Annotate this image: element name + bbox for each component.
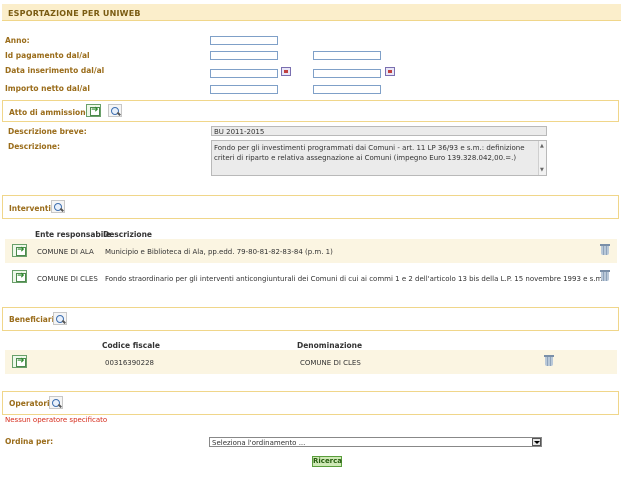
row-codice-fiscale: 00316390228 [105, 359, 154, 367]
operatori-title: Operatori [9, 399, 50, 408]
data-inserimento-label: Data inserimento dal/al [5, 66, 105, 75]
edit-row-icon[interactable] [12, 355, 27, 368]
ordina-select[interactable]: Seleziona l'ordinamento ... [209, 437, 542, 447]
descrizione-scrollbar[interactable]: ▲ ▼ [538, 141, 546, 175]
descrizione-breve-value: BU 2011-2015 [211, 126, 547, 136]
id-pagamento-to-input[interactable] [313, 51, 381, 60]
table-row: COMUNE DI CLES Fondo straordinario per g… [5, 265, 617, 289]
beneficiari-title: Beneficiari [9, 315, 55, 324]
descrizione-label: Descrizione: [8, 142, 61, 151]
row-ente: COMUNE DI ALA [37, 248, 94, 256]
row-descrizione: Fondo straordinario per gli interventi a… [105, 275, 605, 283]
search-operatori-icon[interactable] [49, 396, 63, 409]
scroll-up-icon[interactable]: ▲ [540, 143, 544, 149]
search-beneficiari-icon[interactable] [53, 312, 67, 325]
ordina-selected-value: Seleziona l'ordinamento ... [212, 439, 306, 447]
calendar-icon[interactable] [385, 67, 395, 76]
table-row: COMUNE DI ALA Municipio e Biblioteca di … [5, 239, 617, 263]
descrizione-breve-label: Descrizione breve: [8, 127, 87, 136]
col-descrizione: Descrizione [103, 230, 153, 239]
ordina-label: Ordina per: [5, 437, 54, 446]
col-codice-fiscale: Codice fiscale [102, 341, 160, 350]
col-denominazione: Denominazione [297, 341, 363, 350]
interventi-section-header [2, 195, 619, 219]
anno-input[interactable] [210, 36, 278, 45]
data-inserimento-from-input[interactable] [210, 69, 278, 78]
importo-netto-from-input[interactable] [210, 85, 278, 94]
search-atto-icon[interactable] [108, 104, 122, 117]
operatori-empty-message: Nessun operatore specificato [5, 416, 108, 424]
anno-label: Anno: [5, 36, 30, 45]
row-denominazione: COMUNE DI CLES [300, 359, 361, 367]
interventi-title: Interventi [9, 204, 51, 213]
id-pagamento-label: Id pagamento dal/al [5, 51, 90, 60]
id-pagamento-from-input[interactable] [210, 51, 278, 60]
data-inserimento-to-input[interactable] [313, 69, 381, 78]
col-ente-responsabile: Ente responsabile [35, 230, 111, 239]
descrizione-text: Fondo per gli investimenti programmati d… [214, 144, 525, 162]
trash-icon[interactable] [600, 243, 610, 256]
atto-title: Atto di ammissione [9, 108, 91, 117]
trash-icon[interactable] [600, 269, 610, 282]
ricerca-button[interactable]: Ricerca [312, 456, 342, 467]
row-descrizione: Municipio e Biblioteca di Ala, pp.edd. 7… [105, 248, 333, 256]
trash-icon[interactable] [544, 354, 554, 367]
chevron-down-icon[interactable] [532, 438, 541, 446]
edit-row-icon[interactable] [12, 270, 27, 283]
beneficiari-section-header [2, 307, 619, 331]
importo-netto-label: Importo netto dal/al [5, 84, 90, 93]
table-row: 00316390228 COMUNE DI CLES [5, 350, 617, 374]
scroll-down-icon[interactable]: ▼ [540, 167, 544, 173]
add-atto-icon[interactable] [86, 104, 101, 117]
row-ente: COMUNE DI CLES [37, 275, 98, 283]
operatori-section-header [2, 391, 619, 415]
calendar-icon[interactable] [281, 67, 291, 76]
edit-row-icon[interactable] [12, 244, 27, 257]
descrizione-textarea[interactable]: Fondo per gli investimenti programmati d… [211, 140, 547, 176]
page-title: ESPORTAZIONE PER UNIWEB [2, 4, 621, 21]
search-interventi-icon[interactable] [51, 200, 65, 213]
importo-netto-to-input[interactable] [313, 85, 381, 94]
